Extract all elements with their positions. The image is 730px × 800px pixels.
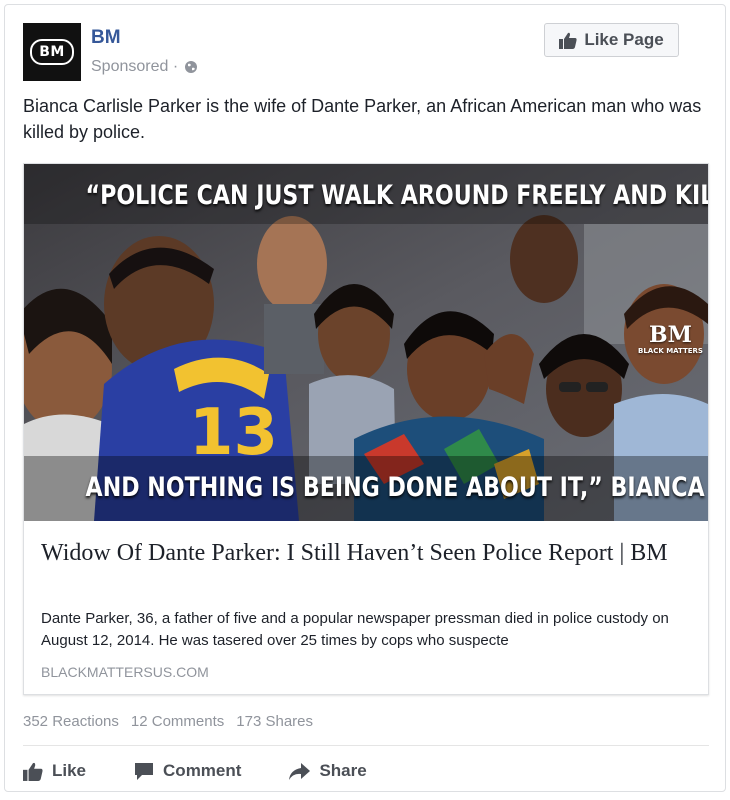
thumbs-up-icon	[23, 762, 43, 781]
watermark-text: BLACK MATTERS	[638, 347, 703, 355]
share-button[interactable]: Share	[289, 761, 367, 781]
sponsored-post-card: BM BM Sponsored · Like Page Bianca Carli…	[4, 4, 726, 792]
link-title[interactable]: Widow Of Dante Parker: I Still Haven’t S…	[41, 538, 681, 569]
like-button[interactable]: Like	[23, 761, 86, 781]
like-page-label: Like Page	[584, 30, 664, 49]
post-actions: Like Comment Share	[23, 755, 415, 787]
photo-illustration: 13	[24, 164, 708, 521]
comment-icon	[135, 762, 154, 780]
globe-icon[interactable]	[184, 60, 198, 74]
black-matters-watermark: BM BLACK MATTERS	[638, 324, 703, 356]
attachment-photo[interactable]: 13 “POLICE CAN JUST WALK AROUND FREELY A…	[24, 164, 708, 521]
comments-count[interactable]: 12 Comments	[131, 713, 224, 730]
reactions-count[interactable]: 352 Reactions	[23, 713, 119, 730]
page-name-link[interactable]: BM	[91, 27, 121, 49]
like-page-button[interactable]: Like Page	[544, 23, 679, 57]
comment-button[interactable]: Comment	[134, 761, 241, 781]
share-arrow-icon	[289, 762, 311, 780]
shares-count[interactable]: 173 Shares	[236, 713, 313, 730]
share-label: Share	[319, 761, 367, 780]
sponsored-label: Sponsored ·	[91, 58, 179, 75]
like-label: Like	[52, 761, 87, 780]
thumbs-up-icon	[559, 32, 577, 49]
engagement-stats: 352 Reactions 12 Comments 173 Shares	[23, 713, 313, 730]
post-text: Bianca Carlisle Parker is the wife of Da…	[23, 96, 702, 142]
link-domain: BLACKMATTERSUS.COM	[41, 664, 209, 680]
link-description: Dante Parker, 36, a father of five and a…	[41, 610, 669, 649]
action-divider	[23, 745, 709, 746]
image-quote-bottom: AND NOTHING IS BEING DONE ABOUT IT,” BIA…	[85, 472, 708, 503]
comment-label: Comment	[163, 761, 242, 780]
link-attachment[interactable]: 13 “POLICE CAN JUST WALK AROUND FREELY A…	[23, 163, 709, 695]
sponsored-meta: Sponsored ·	[91, 58, 198, 76]
avatar-logo: BM	[30, 39, 74, 65]
image-quote-top: “POLICE CAN JUST WALK AROUND FREELY AND …	[85, 180, 708, 211]
watermark-logo: BM	[649, 322, 692, 348]
page-avatar[interactable]: BM	[23, 23, 81, 81]
